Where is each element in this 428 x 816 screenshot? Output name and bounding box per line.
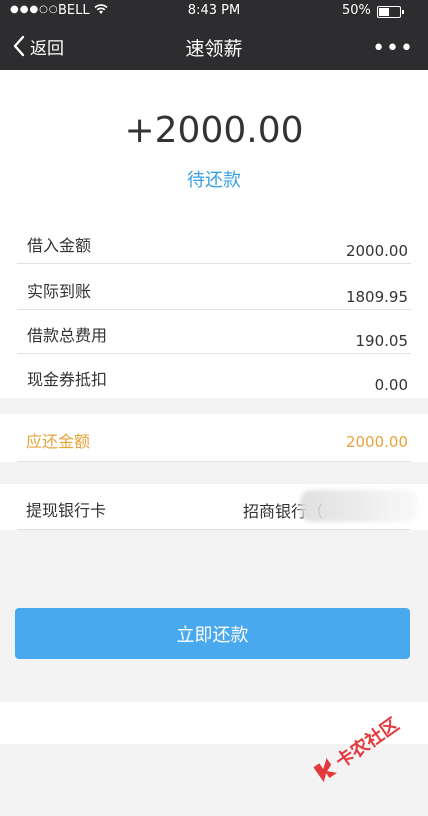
amount-due-row: 应还金额 2000.00	[0, 414, 428, 462]
status-bar: ●●●○○ BELL 8:43 PM 50%	[0, 0, 428, 22]
divider	[17, 461, 411, 462]
detail-label: 现金券抵扣	[27, 370, 108, 389]
amount-due-label: 应还金额	[26, 432, 91, 451]
more-options-icon[interactable]: •••	[372, 36, 414, 61]
divider	[17, 263, 411, 264]
battery-icon	[377, 6, 404, 18]
repay-now-button[interactable]: 立即还款	[15, 608, 410, 659]
loan-amount: +2000.00	[124, 110, 304, 151]
withdraw-bank-card-row[interactable]: 提现银行卡 招商银行（	[0, 484, 428, 530]
redacted-card-number	[300, 490, 418, 522]
detail-value: 190.05	[355, 332, 409, 350]
loan-details: 借入金额 2000.00 实际到账 1809.95 借款总费用 190.05 现…	[0, 220, 428, 398]
loan-summary: +2000.00 待还款	[0, 70, 428, 220]
bank-card-label: 提现银行卡	[26, 501, 107, 520]
detail-label: 借入金额	[27, 236, 92, 255]
page-title: 速领薪	[185, 38, 243, 60]
detail-row-received: 实际到账 1809.95	[17, 266, 428, 310]
detail-value: 0.00	[374, 376, 408, 394]
watermark-text: 卡农社区	[332, 714, 404, 773]
detail-label: 借款总费用	[27, 326, 108, 345]
detail-value: 2000.00	[345, 242, 408, 260]
detail-row-borrowed: 借入金额 2000.00	[17, 220, 428, 264]
divider	[17, 529, 411, 530]
detail-value: 1809.95	[345, 288, 408, 306]
loan-status: 待还款	[187, 170, 241, 191]
battery-percentage: 50%	[342, 3, 371, 18]
amount-due-value: 2000.00	[345, 433, 408, 451]
detail-label: 实际到账	[27, 282, 92, 301]
detail-row-fees: 借款总费用 190.05	[17, 310, 428, 354]
detail-row-coupon: 现金券抵扣 0.00	[17, 354, 428, 398]
navigation-bar: 返回 速领薪 •••	[0, 22, 428, 70]
